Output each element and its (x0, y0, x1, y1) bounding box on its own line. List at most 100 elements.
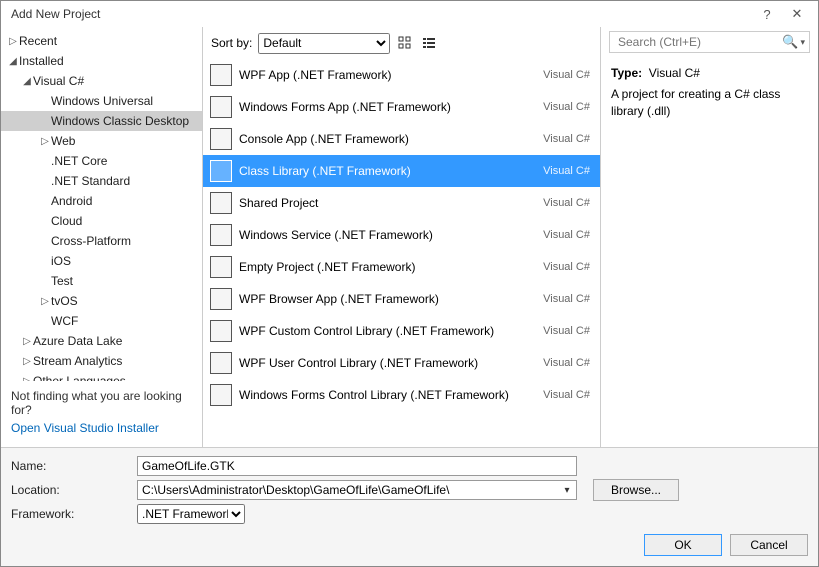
project-type-tree: ▷Recent ◢Installed ◢Visual C# Windows Un… (1, 27, 202, 381)
search-input[interactable] (616, 34, 782, 50)
node-label: Cloud (51, 214, 82, 228)
node-test[interactable]: Test (1, 271, 202, 291)
template-lang: Visual C# (543, 229, 590, 241)
node-other-languages[interactable]: ▷Other Languages (1, 371, 202, 381)
browse-button[interactable]: Browse... (593, 479, 679, 501)
right-panel: 🔍 ▾ Type: Visual C# A project for creati… (601, 27, 818, 447)
node-visual-csharp[interactable]: ◢Visual C# (1, 71, 202, 91)
node-web[interactable]: ▷Web (1, 131, 202, 151)
template-lang: Visual C# (543, 69, 590, 81)
search-box[interactable]: 🔍 ▾ (609, 31, 810, 53)
template-lang: Visual C# (543, 357, 590, 369)
node-label: iOS (51, 254, 71, 268)
template-icon (203, 192, 239, 214)
ok-button[interactable]: OK (644, 534, 722, 556)
template-icon (203, 160, 239, 182)
node-cross-platform[interactable]: Cross-Platform (1, 231, 202, 251)
template-item[interactable]: Empty Project (.NET Framework)Visual C# (203, 251, 600, 283)
location-dropdown-icon[interactable]: ▾ (559, 485, 575, 496)
add-new-project-dialog: Add New Project ? ✕ ▷Recent ◢Installed ◢… (0, 0, 819, 567)
node-label: .NET Core (51, 154, 107, 168)
bottom-panel: Name: Location: ▾ Browse... Framework: .… (1, 447, 818, 566)
node-recent[interactable]: ▷Recent (1, 31, 202, 51)
template-item[interactable]: Windows Service (.NET Framework)Visual C… (203, 219, 600, 251)
node-windows-classic-desktop[interactable]: Windows Classic Desktop (1, 111, 202, 131)
template-description: Type: Visual C# A project for creating a… (601, 59, 818, 125)
template-item[interactable]: Class Library (.NET Framework)Visual C# (203, 155, 600, 187)
node-label: Web (51, 134, 75, 148)
node-installed[interactable]: ◢Installed (1, 51, 202, 71)
node-wcf[interactable]: WCF (1, 311, 202, 331)
node-net-standard[interactable]: .NET Standard (1, 171, 202, 191)
help-button[interactable]: ? (752, 7, 782, 22)
node-label: tvOS (51, 294, 78, 308)
node-cloud[interactable]: Cloud (1, 211, 202, 231)
template-item[interactable]: WPF User Control Library (.NET Framework… (203, 347, 600, 379)
template-icon (203, 320, 239, 342)
location-input[interactable] (137, 480, 577, 500)
node-stream-analytics[interactable]: ▷Stream Analytics (1, 351, 202, 371)
node-azure-data-lake[interactable]: ▷Azure Data Lake (1, 331, 202, 351)
open-installer-link[interactable]: Open Visual Studio Installer (11, 421, 192, 435)
name-input[interactable] (137, 456, 577, 476)
template-icon (203, 64, 239, 86)
node-tvos[interactable]: ▷tvOS (1, 291, 202, 311)
small-icons-view-button[interactable] (396, 34, 414, 52)
node-label: Windows Classic Desktop (51, 114, 189, 128)
desc-type-label: Type: (611, 66, 642, 80)
template-name: WPF App (.NET Framework) (239, 68, 543, 82)
node-label: Windows Universal (51, 94, 153, 108)
template-icon (203, 384, 239, 406)
node-label: Android (51, 194, 92, 208)
node-ios[interactable]: iOS (1, 251, 202, 271)
location-label: Location: (11, 483, 137, 497)
template-name: Windows Forms App (.NET Framework) (239, 100, 543, 114)
node-label: WCF (51, 314, 78, 328)
main-area: ▷Recent ◢Installed ◢Visual C# Windows Un… (1, 27, 818, 447)
template-lang: Visual C# (543, 101, 590, 113)
template-name: WPF Custom Control Library (.NET Framewo… (239, 324, 543, 338)
template-list[interactable]: WPF App (.NET Framework)Visual C#Windows… (203, 59, 600, 447)
template-item[interactable]: Windows Forms App (.NET Framework)Visual… (203, 91, 600, 123)
template-item[interactable]: WPF App (.NET Framework)Visual C# (203, 59, 600, 91)
template-lang: Visual C# (543, 197, 590, 209)
sidebar: ▷Recent ◢Installed ◢Visual C# Windows Un… (1, 27, 203, 447)
node-label: Recent (19, 34, 57, 48)
template-lang: Visual C# (543, 389, 590, 401)
sort-by-select[interactable]: Default (258, 33, 390, 54)
template-icon (203, 256, 239, 278)
node-net-core[interactable]: .NET Core (1, 151, 202, 171)
template-item[interactable]: Windows Forms Control Library (.NET Fram… (203, 379, 600, 411)
template-name: Class Library (.NET Framework) (239, 164, 543, 178)
list-view-button[interactable] (420, 34, 438, 52)
template-item[interactable]: Console App (.NET Framework)Visual C# (203, 123, 600, 155)
window-title: Add New Project (11, 7, 752, 21)
template-lang: Visual C# (543, 165, 590, 177)
node-label: Stream Analytics (33, 354, 122, 368)
template-name: WPF Browser App (.NET Framework) (239, 292, 543, 306)
template-name: Windows Forms Control Library (.NET Fram… (239, 388, 543, 402)
chevron-down-icon[interactable]: ▾ (800, 37, 805, 48)
node-label: .NET Standard (51, 174, 130, 188)
template-lang: Visual C# (543, 293, 590, 305)
template-icon (203, 224, 239, 246)
template-name: Shared Project (239, 196, 543, 210)
not-finding-text: Not finding what you are looking for? (11, 389, 192, 417)
close-button[interactable]: ✕ (782, 6, 812, 22)
desc-text: A project for creating a C# class librar… (611, 86, 808, 120)
node-label: Visual C# (33, 74, 84, 88)
framework-select[interactable]: .NET Framework 4.7.1 (137, 504, 245, 524)
node-label: Other Languages (33, 374, 126, 381)
template-icon (203, 288, 239, 310)
node-label: Cross-Platform (51, 234, 131, 248)
template-item[interactable]: Shared ProjectVisual C# (203, 187, 600, 219)
node-windows-universal[interactable]: Windows Universal (1, 91, 202, 111)
desc-type-value: Visual C# (649, 66, 700, 80)
cancel-button[interactable]: Cancel (730, 534, 808, 556)
search-icon: 🔍 (782, 34, 798, 50)
template-lang: Visual C# (543, 133, 590, 145)
node-android[interactable]: Android (1, 191, 202, 211)
template-item[interactable]: WPF Custom Control Library (.NET Framewo… (203, 315, 600, 347)
template-item[interactable]: WPF Browser App (.NET Framework)Visual C… (203, 283, 600, 315)
template-icon (203, 128, 239, 150)
